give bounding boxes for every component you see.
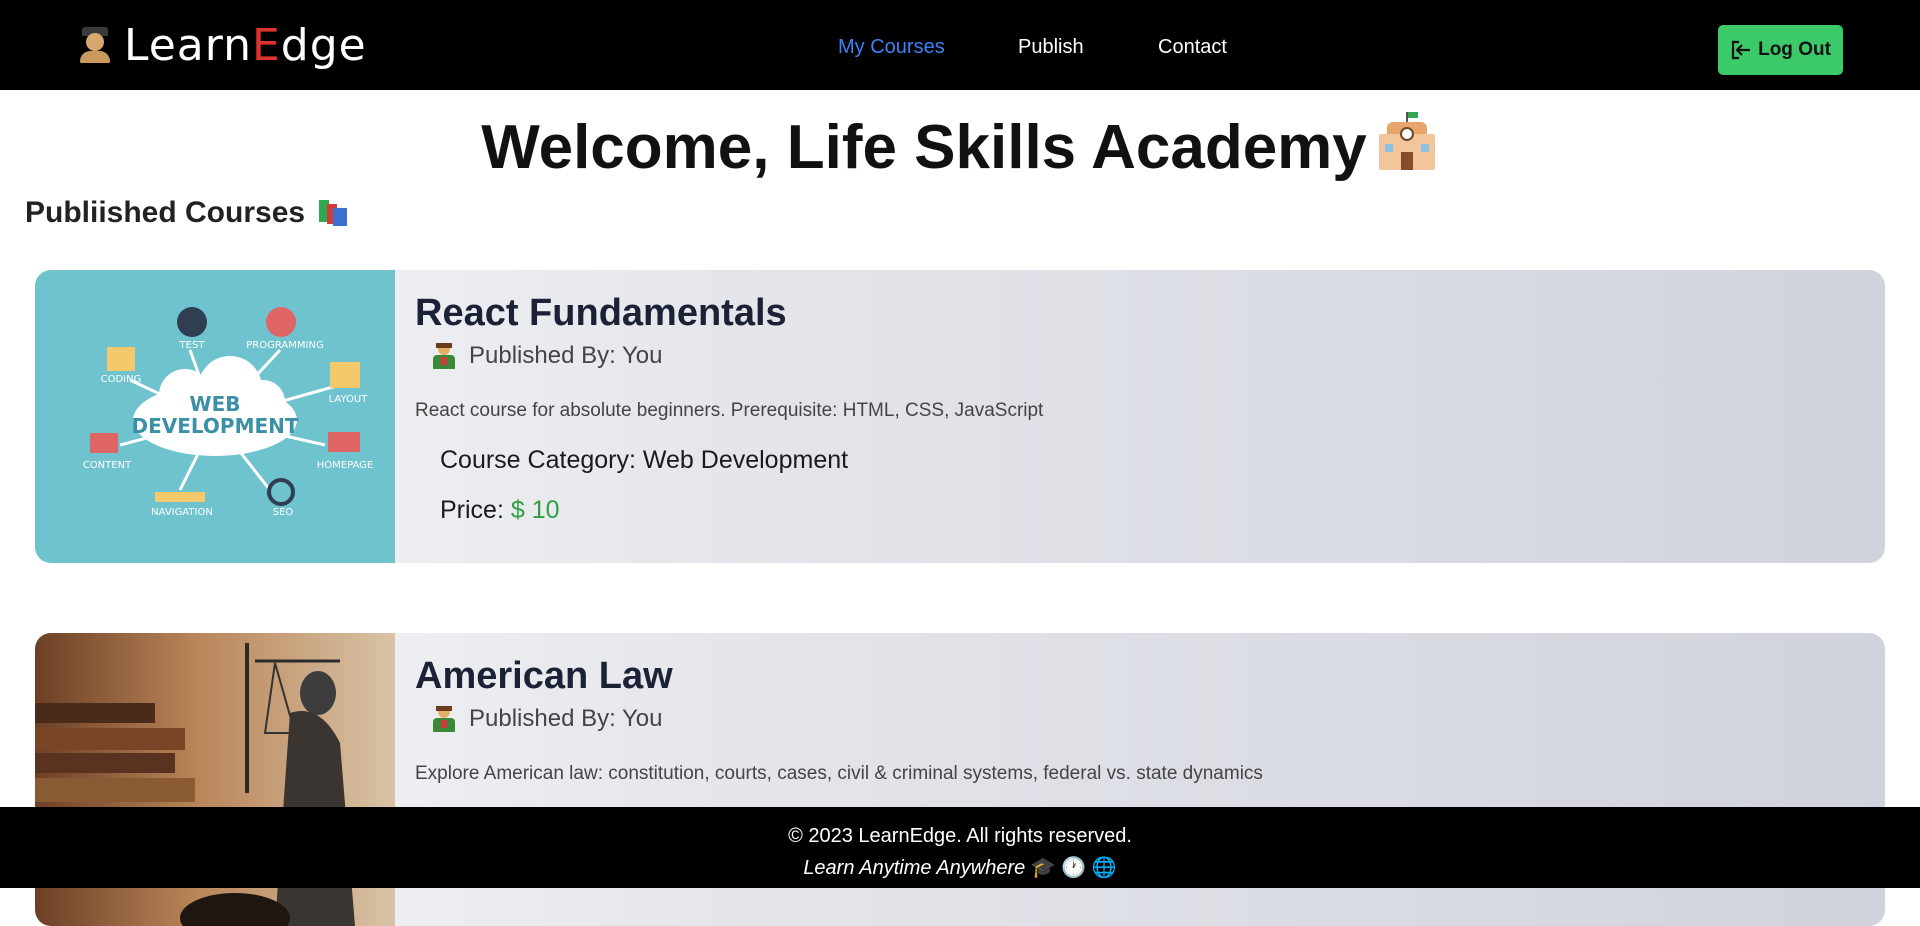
- footer: © 2023 LearnEdge. All rights reserved. L…: [0, 807, 1920, 888]
- thumb-label: HOMEPAGE: [316, 460, 374, 471]
- thumb-label: NAVIGATION: [151, 507, 213, 518]
- price-value: $ 10: [510, 496, 560, 524]
- teacher-icon: [433, 706, 455, 732]
- logout-icon: [1731, 40, 1751, 60]
- course-card[interactable]: WEB DEVELOPMENT TEST PROGRAMMING CODING …: [35, 270, 1885, 563]
- section-title: Publiished Courses: [25, 196, 349, 230]
- footer-tagline: Learn Anytime Anywhere 🎓 🕐 🌐: [803, 857, 1117, 879]
- school-icon: [1375, 112, 1439, 174]
- thumb-label: PROGRAMMING: [246, 340, 324, 351]
- thumb-label: TEST: [179, 340, 205, 351]
- course-description: React course for absolute beginners. Pre…: [415, 400, 1044, 421]
- logout-label: Log Out: [1758, 39, 1831, 60]
- brand-name: LearnEdge: [124, 19, 367, 71]
- logout-button[interactable]: Log Out: [1718, 25, 1843, 75]
- top-navbar: LearnEdge My Courses Publish Contact Log…: [0, 0, 1920, 90]
- course-publisher: Published By: You: [433, 705, 663, 733]
- books-icon: [317, 198, 349, 228]
- course-title[interactable]: React Fundamentals: [415, 292, 787, 335]
- thumb-label: SEO: [272, 507, 294, 518]
- course-publisher: Published By: You: [433, 342, 663, 370]
- nav-contact[interactable]: Contact: [1158, 36, 1227, 59]
- course-category: Course Category: Web Development: [440, 446, 849, 474]
- student-icon: [78, 27, 112, 63]
- course-description: Explore American law: constitution, cour…: [415, 763, 1263, 784]
- nav-publish[interactable]: Publish: [1018, 36, 1158, 59]
- thumb-title-line2: DEVELOPMENT: [131, 414, 299, 438]
- course-title[interactable]: American Law: [415, 655, 673, 698]
- brand-logo[interactable]: LearnEdge: [78, 18, 367, 72]
- footer-copyright: © 2023 LearnEdge. All rights reserved.: [788, 825, 1132, 847]
- welcome-heading: Welcome, Life Skills Academy: [0, 112, 1920, 183]
- main-nav: My Courses Publish Contact: [838, 36, 1227, 59]
- nav-my-courses[interactable]: My Courses: [838, 36, 1018, 59]
- thumb-label: CODING: [100, 374, 142, 385]
- course-card-body: React Fundamentals Published By: You Rea…: [415, 270, 1885, 563]
- teacher-icon: [433, 343, 455, 369]
- thumb-label: LAYOUT: [328, 394, 368, 405]
- course-price: Price: $ 10: [440, 496, 560, 524]
- tagline-icons: 🎓 🕐 🌐: [1030, 857, 1117, 879]
- course-thumbnail-web-development: WEB DEVELOPMENT TEST PROGRAMMING CODING …: [35, 270, 395, 563]
- thumb-label: CONTENT: [82, 460, 132, 471]
